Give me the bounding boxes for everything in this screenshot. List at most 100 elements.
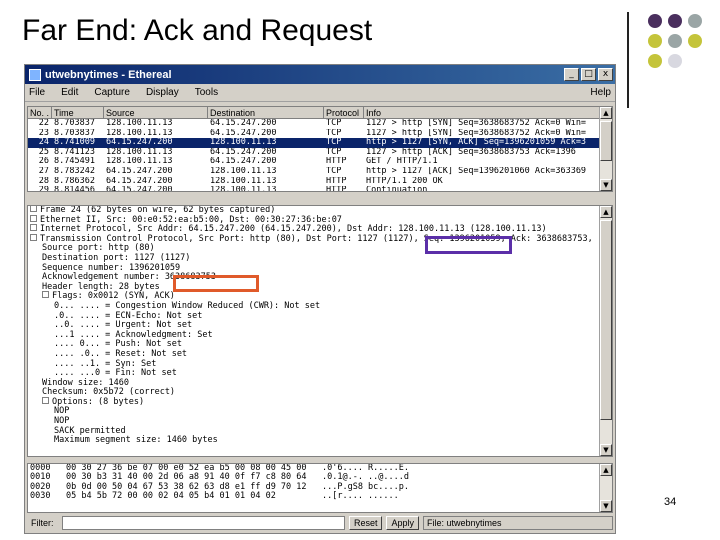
packet-cell-info: GET / HTTP/1.1 bbox=[366, 157, 438, 167]
packet-cell-dst: 64.15.247.200 bbox=[210, 147, 277, 157]
packet-row[interactable]: 26 8.745491 128.100.11.13 64.15.247.200 HTTP… bbox=[28, 157, 612, 167]
detail-text: Maximum segment size: 1460 bytes bbox=[54, 435, 218, 446]
expand-toggle-icon[interactable] bbox=[30, 224, 37, 232]
detail-text: Source port: http (80) bbox=[42, 243, 155, 254]
packet-cell-proto: HTTP bbox=[326, 157, 347, 167]
menu-tools[interactable]: Tools bbox=[195, 87, 218, 98]
packet-cell-no: 25 bbox=[38, 147, 49, 157]
scroll-up-icon[interactable]: ▲ bbox=[600, 206, 612, 218]
expand-toggle-icon[interactable] bbox=[30, 206, 37, 212]
decorative-dot bbox=[688, 34, 702, 48]
hex-ascii: ..[r.... ...... bbox=[322, 491, 399, 502]
scroll-down-icon[interactable]: ▼ bbox=[600, 500, 612, 512]
packet-cell-time: 8.786362 bbox=[54, 176, 95, 186]
maximize-button[interactable]: □ bbox=[581, 68, 596, 81]
packet-detail-pane[interactable]: Frame 24 (62 bytes on wire, 62 bytes cap… bbox=[27, 205, 613, 457]
expand-toggle-icon[interactable] bbox=[30, 233, 37, 241]
close-button[interactable]: x bbox=[598, 68, 613, 81]
hex-dump-pane[interactable]: 0000 00 30 27 36 be 07 00 e0 52 ea b5 00 … bbox=[27, 463, 613, 513]
packet-cell-time: 8.814456 bbox=[54, 186, 95, 192]
packet-cell-info: http > 1127 [ACK] Seq=1396201060 Ack=363… bbox=[366, 166, 587, 176]
menu-edit[interactable]: Edit bbox=[61, 87, 78, 98]
detail-text: NOP bbox=[54, 416, 70, 427]
packet-cell-dst: 64.15.247.200 bbox=[210, 119, 277, 128]
packet-cell-info: 1127 > http [SYN] Seq=3638683752 Ack=0 W… bbox=[366, 128, 587, 138]
packet-cell-time: 8.741123 bbox=[54, 147, 95, 157]
column-protocol[interactable]: Protocol bbox=[324, 107, 364, 118]
scroll-thumb[interactable] bbox=[600, 121, 612, 161]
column-source[interactable]: Source bbox=[104, 107, 208, 118]
menu-display[interactable]: Display bbox=[146, 87, 179, 98]
scroll-down-icon[interactable]: ▼ bbox=[600, 179, 612, 191]
packet-row[interactable]: 25 8.741123 128.100.11.13 64.15.247.200 TCP 1… bbox=[28, 148, 612, 158]
window-titlebar[interactable]: utwebnytimes - Ethereal _ □ x bbox=[25, 65, 615, 84]
packet-cell-info: Continuation bbox=[366, 186, 428, 192]
column-time[interactable]: Time bbox=[52, 107, 104, 118]
detail-text: Destination port: 1127 (1127) bbox=[42, 252, 191, 263]
packet-cell-time: 8.703837 bbox=[54, 128, 95, 138]
detail-line[interactable]: NOP bbox=[28, 407, 612, 417]
packet-cell-time: 8.745491 bbox=[54, 157, 95, 167]
title-divider bbox=[627, 12, 629, 108]
packet-cell-no: 24 bbox=[38, 138, 49, 148]
ethereal-window: utwebnytimes - Ethereal _ □ x File Edit … bbox=[24, 64, 616, 534]
packet-cell-proto: HTTP bbox=[326, 176, 347, 186]
detail-text: 0... .... = Congestion Window Reduced (C… bbox=[54, 300, 321, 311]
minimize-button[interactable]: _ bbox=[564, 68, 579, 81]
packet-row[interactable]: 22 8.703837 128.100.11.13 64.15.247.200 TCP 1… bbox=[28, 119, 612, 129]
packet-row[interactable]: 27 8.783242 64.15.247.200 128.100.11.13 TCP h… bbox=[28, 167, 612, 177]
column-no[interactable]: No. . bbox=[28, 107, 52, 118]
detail-line[interactable]: Maximum segment size: 1460 bytes bbox=[28, 435, 612, 446]
expand-toggle-icon[interactable] bbox=[42, 396, 49, 404]
expand-toggle-icon[interactable] bbox=[42, 291, 49, 299]
status-bar: Filter: Reset Apply File: utwebnytimes bbox=[27, 515, 613, 531]
packet-cell-dst: 128.100.11.13 bbox=[210, 176, 277, 186]
packet-list-pane[interactable]: No. . Time Source Destination Protocol I… bbox=[27, 106, 613, 192]
packet-cell-dst: 128.100.11.13 bbox=[210, 166, 277, 176]
menu-file[interactable]: File bbox=[29, 87, 45, 98]
decorative-dot bbox=[648, 34, 662, 48]
packet-rows: 22 8.703837 128.100.11.13 64.15.247.200 TCP 1… bbox=[28, 119, 612, 192]
detail-text: ...1 .... = Acknowledgment: Set bbox=[54, 329, 213, 340]
detail-text: Options: (8 bytes) bbox=[52, 396, 145, 407]
menu-capture[interactable]: Capture bbox=[94, 87, 130, 98]
decorative-dot-grid bbox=[640, 10, 720, 98]
detail-text: .... ..1. = Syn: Set bbox=[54, 358, 157, 369]
hex-scrollbar[interactable]: ▲ ▼ bbox=[599, 464, 612, 512]
filter-input[interactable] bbox=[61, 516, 345, 530]
scroll-thumb[interactable] bbox=[600, 220, 612, 420]
column-info[interactable]: Info bbox=[364, 107, 612, 118]
pane-splitter[interactable] bbox=[27, 196, 613, 202]
detail-text: .... 0... = Push: Not set bbox=[54, 339, 182, 350]
packet-cell-proto: TCP bbox=[326, 147, 342, 157]
selected-packet-row[interactable]: 24 8.741009 64.15.247.200 128.100.11.13 TCP h… bbox=[28, 138, 612, 148]
detail-text: .... ...0 = Fin: Not set bbox=[54, 368, 177, 379]
column-destination[interactable]: Destination bbox=[208, 107, 324, 118]
reset-button[interactable]: Reset bbox=[348, 516, 383, 530]
hex-line[interactable]: 0030 05 b4 5b 72 00 00 02 04 05 b4 01 01 … bbox=[28, 491, 612, 502]
scroll-up-icon[interactable]: ▲ bbox=[600, 107, 612, 119]
page-number: 34 bbox=[664, 496, 677, 508]
packet-cell-info: 1127 > http [SYN] Seq=3638683752 Ack=0 W… bbox=[366, 119, 587, 128]
detail-text: Header length: 28 bytes bbox=[42, 281, 160, 292]
packet-list-scrollbar[interactable]: ▲ ▼ bbox=[599, 107, 612, 191]
detail-text: Frame 24 (62 bytes on wire, 62 bytes cap… bbox=[40, 205, 276, 215]
packet-row[interactable]: 23 8.703837 128.100.11.13 64.15.247.200 TCP 1… bbox=[28, 129, 612, 139]
scroll-up-icon[interactable]: ▲ bbox=[600, 464, 612, 476]
packet-row[interactable]: 28 8.786362 64.15.247.200 128.100.11.13 HTTP… bbox=[28, 177, 612, 187]
scroll-down-icon[interactable]: ▼ bbox=[600, 444, 612, 456]
hex-rows: 0000 00 30 27 36 be 07 00 e0 52 ea b5 00 … bbox=[28, 464, 612, 502]
apply-button[interactable]: Apply bbox=[386, 516, 419, 530]
packet-row[interactable]: 29 8.814456 64.15.247.200 128.100.11.13 HTTP… bbox=[28, 186, 612, 192]
packet-cell-dst: 128.100.11.13 bbox=[210, 186, 277, 192]
expand-toggle-icon[interactable] bbox=[30, 214, 37, 222]
detail-text: NOP bbox=[54, 406, 70, 417]
detail-text: Flags: 0x0012 (SYN, ACK) bbox=[52, 291, 175, 302]
packet-cell-dst: 128.100.11.13 bbox=[210, 138, 277, 148]
detail-scrollbar[interactable]: ▲ ▼ bbox=[599, 206, 612, 456]
detail-line[interactable]: Options: (8 bytes) bbox=[28, 396, 612, 408]
menu-help[interactable]: Help bbox=[590, 87, 611, 98]
packet-cell-src: 128.100.11.13 bbox=[106, 157, 173, 167]
packet-cell-dst: 64.15.247.200 bbox=[210, 128, 277, 138]
packet-cell-no: 22 bbox=[38, 119, 49, 128]
